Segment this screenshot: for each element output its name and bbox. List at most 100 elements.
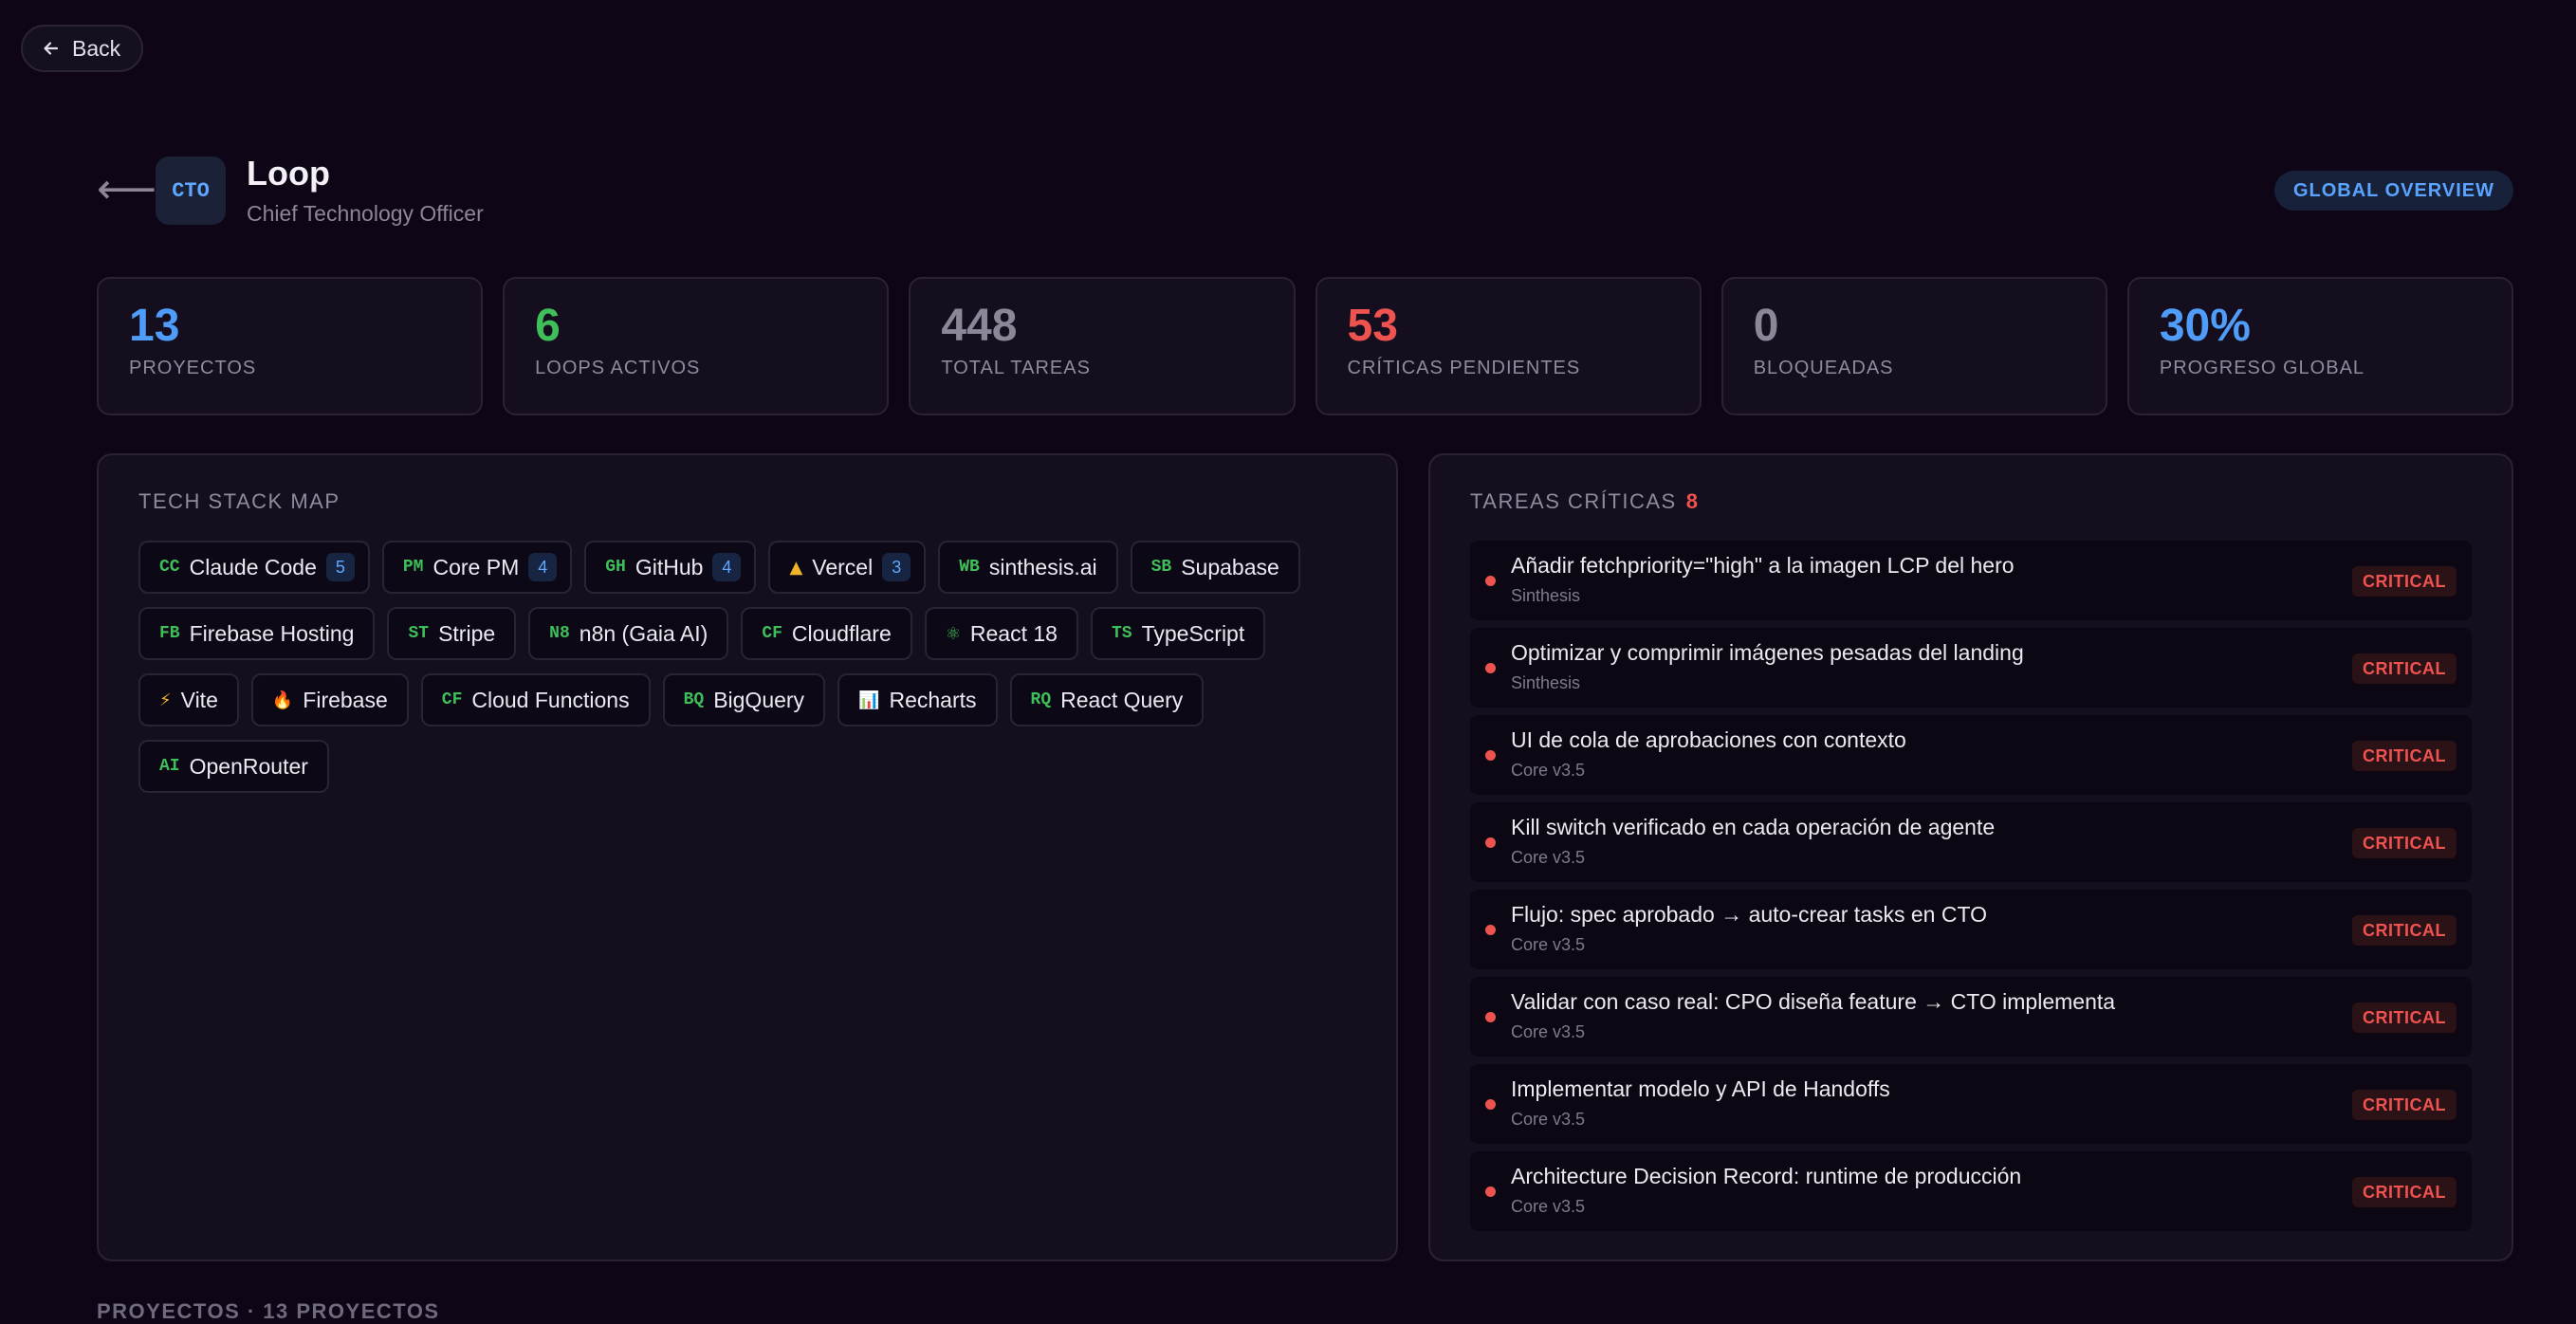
stat-card: 53 CRÍTICAS PENDIENTES <box>1315 277 1702 415</box>
back-button[interactable]: Back <box>21 25 144 72</box>
critical-task-row[interactable]: Añadir fetchpriority="high" a la imagen … <box>1470 541 2472 620</box>
status-dot-icon <box>1485 750 1496 761</box>
critical-task-row[interactable]: Optimizar y comprimir imágenes pesadas d… <box>1470 628 2472 708</box>
status-dot-icon <box>1485 837 1496 848</box>
tech-chip[interactable]: BQ BigQuery <box>662 673 826 726</box>
stat-value: 0 <box>1753 301 1779 351</box>
stat-label: PROYECTOS <box>129 357 257 378</box>
tech-chip-icon: 📊 <box>858 690 880 710</box>
tech-chip[interactable]: WB sinthesis.ai <box>938 541 1118 594</box>
tech-chip-icon: ST <box>408 624 430 643</box>
critical-task-row[interactable]: Validar con caso real: CPO diseña featur… <box>1470 977 2472 1057</box>
stat-value: 30% <box>2159 301 2251 351</box>
tech-chip-icon: TS <box>1111 624 1132 643</box>
tech-chip-icon: GH <box>605 558 626 577</box>
tech-stack-title: TECH STACK MAP <box>138 489 340 513</box>
tech-chip[interactable]: AI OpenRouter <box>138 740 329 793</box>
tech-chip[interactable]: 📊 Recharts <box>837 673 998 726</box>
stat-card: 13 PROYECTOS <box>97 277 484 415</box>
tech-chip[interactable]: ▲ Vercel 3 <box>768 541 927 594</box>
tech-chip-label: React 18 <box>969 620 1058 646</box>
tech-stack-chips: CC Claude Code 5 PM Core PM 4 GH GitHub 4 ▲ Vercel… <box>138 541 1356 793</box>
tech-chip-icon: ⚡ <box>159 690 172 710</box>
task-project: Core v3.5 <box>1511 848 1586 867</box>
tech-chip[interactable]: ⚛ React 18 <box>924 607 1078 660</box>
back-button-label: Back <box>72 35 121 61</box>
critical-tasks-count: 8 <box>1685 489 1700 513</box>
stat-card: 30% PROGRESO GLOBAL <box>2126 277 2514 415</box>
critical-task-row[interactable]: Flujo: spec aprobado → auto-crear tasks … <box>1470 890 2472 969</box>
tech-chip-label: React Query <box>1060 687 1184 712</box>
tech-chip-label: Core PM <box>432 554 520 579</box>
page-subtitle: Chief Technology Officer <box>247 201 484 226</box>
tech-chip-label: Stripe <box>438 620 496 646</box>
severity-badge: CRITICAL <box>2352 828 2456 858</box>
back-arrow-icon[interactable]: ⟵ <box>97 169 156 211</box>
arrow-left-icon <box>42 39 61 58</box>
stat-value: 53 <box>1347 301 1398 351</box>
severity-badge: CRITICAL <box>2352 1090 2456 1120</box>
tech-chip-icon: RQ <box>1030 690 1052 709</box>
tech-chip-icon: BQ <box>683 690 705 709</box>
tech-chip-icon: PM <box>402 558 424 577</box>
tech-chip-label: GitHub <box>635 554 704 579</box>
task-project: Sinthesis <box>1511 673 1581 692</box>
tech-chip-icon: CF <box>441 690 463 709</box>
stat-label: PROGRESO GLOBAL <box>2159 357 2365 378</box>
tech-chip-label: Firebase <box>303 687 388 712</box>
tech-chip-icon: ▲ <box>789 557 803 578</box>
task-title: Añadir fetchpriority="high" a la imagen … <box>1511 553 2015 578</box>
role-badge: CTO <box>156 156 226 225</box>
page-title: Loop <box>247 154 330 193</box>
tech-chip[interactable]: CF Cloud Functions <box>420 673 651 726</box>
tech-chip-label: TypeScript <box>1141 620 1245 646</box>
tech-chip[interactable]: SB Supabase <box>1130 541 1300 594</box>
critical-task-row[interactable]: Kill switch verificado en cada operación… <box>1470 802 2472 882</box>
task-project: Core v3.5 <box>1511 1197 1586 1216</box>
task-project: Core v3.5 <box>1511 761 1586 780</box>
severity-badge: CRITICAL <box>2352 566 2456 597</box>
stat-label: CRÍTICAS PENDIENTES <box>1347 357 1581 378</box>
tech-chip[interactable]: ST Stripe <box>387 607 517 660</box>
tech-chip[interactable]: 🔥 Firebase <box>250 673 409 726</box>
tech-chip[interactable]: CF Cloudflare <box>741 607 912 660</box>
critical-task-row[interactable]: Architecture Decision Record: runtime de… <box>1470 1151 2472 1231</box>
task-project: Sinthesis <box>1511 586 1581 605</box>
status-dot-icon <box>1485 576 1496 586</box>
stat-value: 6 <box>535 301 561 351</box>
agent-header: ⟵ CTO Loop Chief Technology Officer GLOB… <box>97 152 2513 228</box>
tech-chip-label: Vite <box>180 687 218 712</box>
status-dot-icon <box>1485 1012 1496 1022</box>
tech-chip-count: 4 <box>712 553 742 581</box>
task-project: Core v3.5 <box>1511 1110 1586 1129</box>
tech-chip-count: 5 <box>325 553 355 581</box>
tech-chip[interactable]: GH GitHub 4 <box>584 541 757 594</box>
stat-card: 0 BLOQUEADAS <box>1720 277 2107 415</box>
tech-chip-icon: N8 <box>549 624 570 643</box>
tech-chip[interactable]: TS TypeScript <box>1090 607 1266 660</box>
task-title: Validar con caso real: CPO diseña featur… <box>1511 989 2116 1014</box>
status-dot-icon <box>1485 1099 1496 1110</box>
stat-label: LOOPS ACTIVOS <box>535 357 701 378</box>
status-dot-icon <box>1485 663 1496 673</box>
tech-chip[interactable]: FB Firebase Hosting <box>138 607 376 660</box>
tech-chip[interactable]: ⚡ Vite <box>138 673 239 726</box>
global-overview-badge[interactable]: GLOBAL OVERVIEW <box>2273 171 2513 211</box>
stats-row: 13 PROYECTOS 6 LOOPS ACTIVOS 448 TOTAL TAREAS… <box>97 277 2514 415</box>
tech-chip-count: 4 <box>528 553 558 581</box>
task-title: Kill switch verificado en cada operación… <box>1511 815 1996 839</box>
tech-chip-label: Cloud Functions <box>471 687 630 712</box>
tech-chip-label: sinthesis.ai <box>988 554 1097 579</box>
critical-task-row[interactable]: Implementar modelo y API de Handoffs Core… <box>1470 1064 2472 1144</box>
tech-chip[interactable]: RQ React Query <box>1009 673 1205 726</box>
tech-chip-icon: 🔥 <box>271 690 294 710</box>
task-project: Core v3.5 <box>1511 935 1586 954</box>
critical-task-row[interactable]: UI de cola de aprobaciones con contexto C… <box>1470 715 2472 795</box>
stat-label: TOTAL TAREAS <box>941 357 1091 378</box>
critical-tasks-list: Añadir fetchpriority="high" a la imagen … <box>1470 541 2472 1231</box>
critical-tasks-panel: TAREAS CRÍTICAS 8 Añadir fetchpriority="h… <box>1428 453 2513 1261</box>
tech-chip[interactable]: CC Claude Code 5 <box>138 541 370 594</box>
tech-chip[interactable]: N8 n8n (Gaia AI) <box>528 607 729 660</box>
tech-chip[interactable]: PM Core PM 4 <box>381 541 573 594</box>
stat-label: BLOQUEADAS <box>1753 357 1894 378</box>
